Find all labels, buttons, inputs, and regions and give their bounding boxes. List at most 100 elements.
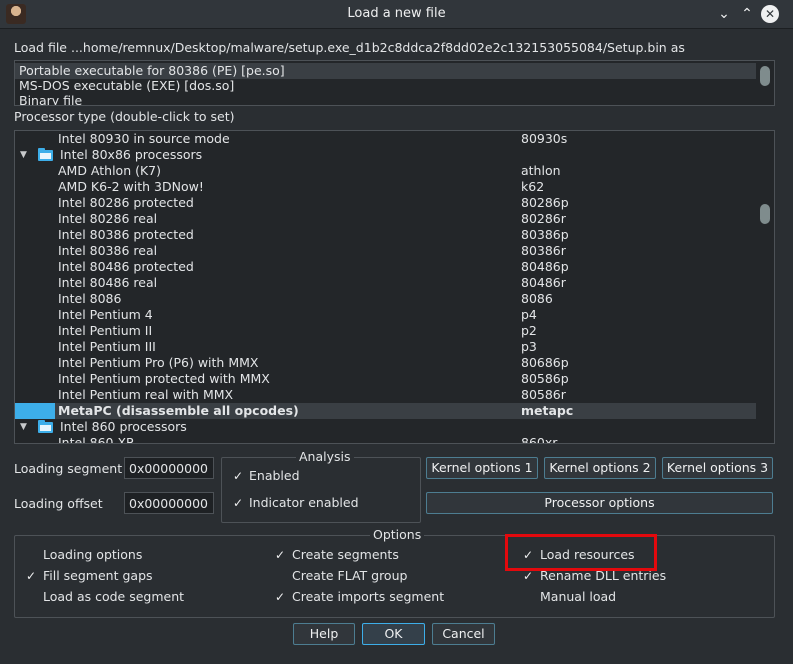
format-item[interactable]: MS-DOS executable (EXE) [dos.so] [15, 78, 756, 94]
format-item[interactable]: Portable executable for 80386 (PE) [pe.s… [15, 63, 756, 79]
processor-item[interactable]: Intel 8086 8086 [15, 291, 756, 307]
maximize-icon[interactable]: ⌃ [737, 4, 757, 24]
processor-item[interactable]: Intel 80286 real 80286r [15, 211, 756, 227]
processor-name: Intel 80286 protected [58, 195, 194, 210]
processor-name: Intel 80x86 processors [60, 147, 203, 162]
processor-name: Intel 80386 protected [58, 227, 194, 242]
processor-name: Intel 80286 real [58, 211, 158, 226]
load-as-code-segment-label: Load as code segment [43, 589, 185, 604]
loading-offset-label: Loading offset [14, 496, 103, 511]
processor-item[interactable]: Intel Pentium III p3 [15, 339, 756, 355]
format-item-label: Binary file [19, 93, 83, 106]
processor-item[interactable]: AMD Athlon (K7) athlon [15, 163, 756, 179]
processor-item[interactable]: Intel 80386 protected 80386p [15, 227, 756, 243]
processor-code: p2 [521, 323, 537, 338]
processor-scrollbar[interactable] [757, 132, 773, 442]
kernel-options-3-button[interactable]: Kernel options 3 [662, 457, 773, 479]
fill-segment-gaps-label: Fill segment gaps [43, 568, 153, 583]
analysis-enabled-label: Enabled [249, 468, 300, 483]
processor-name: Intel 80930 in source mode [58, 131, 230, 146]
processor-item[interactable]: Intel 80286 protected 80286p [15, 195, 756, 211]
processor-name: Intel 860 XR [58, 435, 135, 444]
processor-item[interactable]: MetaPC (disassemble all opcodes) metapc [15, 403, 756, 419]
loading-options-label: Loading options [43, 547, 143, 562]
processor-item[interactable]: Intel 80486 protected 80486p [15, 259, 756, 275]
processor-name: Intel Pentium real with MMX [58, 387, 234, 402]
processor-options-button[interactable]: Processor options [426, 492, 773, 514]
indicator-enabled-checkbox[interactable]: ✓ [232, 496, 244, 510]
processor-item[interactable]: Intel Pentium II p2 [15, 323, 756, 339]
processor-name: Intel 8086 [58, 291, 122, 306]
create-imports-segment-label: Create imports segment [292, 589, 445, 604]
options-title: Options [370, 528, 425, 542]
processor-code: 80686p [521, 355, 569, 370]
minimize-icon[interactable]: ⌄ [714, 4, 734, 24]
indicator-enabled-label: Indicator enabled [249, 495, 359, 510]
format-scrollbar-thumb[interactable] [760, 66, 770, 86]
processor-item[interactable]: Intel Pentium 4 p4 [15, 307, 756, 323]
processor-name: AMD Athlon (K7) [58, 163, 162, 178]
expand-arrow-icon[interactable]: ▼ [20, 147, 27, 163]
processor-code: 80486p [521, 259, 569, 274]
processor-item[interactable]: Intel Pentium real with MMX 80586r [15, 387, 756, 403]
expand-arrow-icon[interactable]: ▼ [20, 419, 27, 435]
processor-list[interactable]: Intel 80930 in source mode 80930s ▼ Intel 8… [14, 130, 775, 444]
ok-button[interactable]: OK [362, 623, 425, 645]
selection-marker [15, 403, 55, 419]
rename-dll-entries-checkbox[interactable]: ✓ [522, 569, 534, 583]
processor-name: Intel Pentium II [58, 323, 153, 338]
processor-item[interactable]: Intel Pentium protected with MMX 80586p [15, 371, 756, 387]
processor-item[interactable]: Intel 80930 in source mode 80930s [15, 131, 756, 147]
options-group: Options Loading options ✓ Fill segment g… [14, 528, 775, 618]
analysis-group: Analysis ✓ Enabled ✓ Indicator enabled [221, 450, 421, 523]
processor-code: 80586r [521, 387, 566, 402]
kernel-options-2-button[interactable]: Kernel options 2 [544, 457, 656, 479]
format-scrollbar[interactable] [757, 62, 773, 104]
loading-offset-input[interactable]: 0x00000000 [124, 492, 214, 514]
processor-item[interactable]: Intel 80386 real 80386r [15, 243, 756, 259]
folder-icon [38, 148, 53, 161]
title-bar: Load a new file ⌄ ⌃ ✕ [0, 0, 793, 29]
processor-code: k62 [521, 179, 545, 194]
processor-name: Intel 860 processors [60, 419, 187, 434]
loading-segment-input[interactable]: 0x00000000 [124, 457, 214, 479]
help-button[interactable]: Help [293, 623, 355, 645]
format-list[interactable]: Portable executable for 80386 (PE) [pe.s… [14, 60, 775, 106]
cancel-button[interactable]: Cancel [432, 623, 495, 645]
create-imports-segment-checkbox[interactable]: ✓ [274, 590, 286, 604]
create-segments-checkbox[interactable]: ✓ [274, 548, 286, 562]
processor-scrollbar-thumb[interactable] [760, 204, 770, 224]
processor-name: Intel Pentium 4 [58, 307, 153, 322]
analysis-enabled-checkbox[interactable]: ✓ [232, 469, 244, 483]
load-file-label: Load file ...home/remnux/Desktop/malware… [14, 40, 685, 55]
processor-code: 80586p [521, 371, 569, 386]
processor-name: Intel Pentium Pro (P6) with MMX [58, 355, 259, 370]
processor-name: AMD K6-2 with 3DNow! [58, 179, 204, 194]
fill-segment-gaps-checkbox[interactable]: ✓ [25, 569, 37, 583]
processor-name: Intel 80486 protected [58, 259, 194, 274]
processor-name: Intel Pentium III [58, 339, 156, 354]
processor-name: Intel 80386 real [58, 243, 158, 258]
processor-code: 80286p [521, 195, 569, 210]
kernel-options-1-button[interactable]: Kernel options 1 [426, 457, 538, 479]
processor-code: 80486r [521, 275, 566, 290]
processor-item[interactable]: AMD K6-2 with 3DNow! k62 [15, 179, 756, 195]
close-icon[interactable]: ✕ [761, 5, 779, 23]
processor-code: 80930s [521, 131, 568, 146]
processor-code: 80286r [521, 211, 566, 226]
processor-group[interactable]: ▼ Intel 80x86 processors [15, 147, 756, 163]
create-flat-group-label: Create FLAT group [292, 568, 408, 583]
processor-code: 860xr [521, 435, 558, 444]
processor-item[interactable]: Intel 80486 real 80486r [15, 275, 756, 291]
processor-code: athlon [521, 163, 561, 178]
processor-name: Intel 80486 real [58, 275, 158, 290]
processor-type-label: Processor type (double-click to set) [14, 109, 235, 124]
processor-item[interactable]: Intel Pentium Pro (P6) with MMX 80686p [15, 355, 756, 371]
format-item[interactable]: Binary file [15, 93, 756, 106]
processor-name: Intel Pentium protected with MMX [58, 371, 270, 386]
processor-code: 8086 [521, 291, 553, 306]
create-segments-label: Create segments [292, 547, 399, 562]
folder-icon [38, 420, 53, 433]
processor-item[interactable]: Intel 860 XR 860xr [15, 435, 756, 444]
processor-group[interactable]: ▼ Intel 860 processors [15, 419, 756, 435]
